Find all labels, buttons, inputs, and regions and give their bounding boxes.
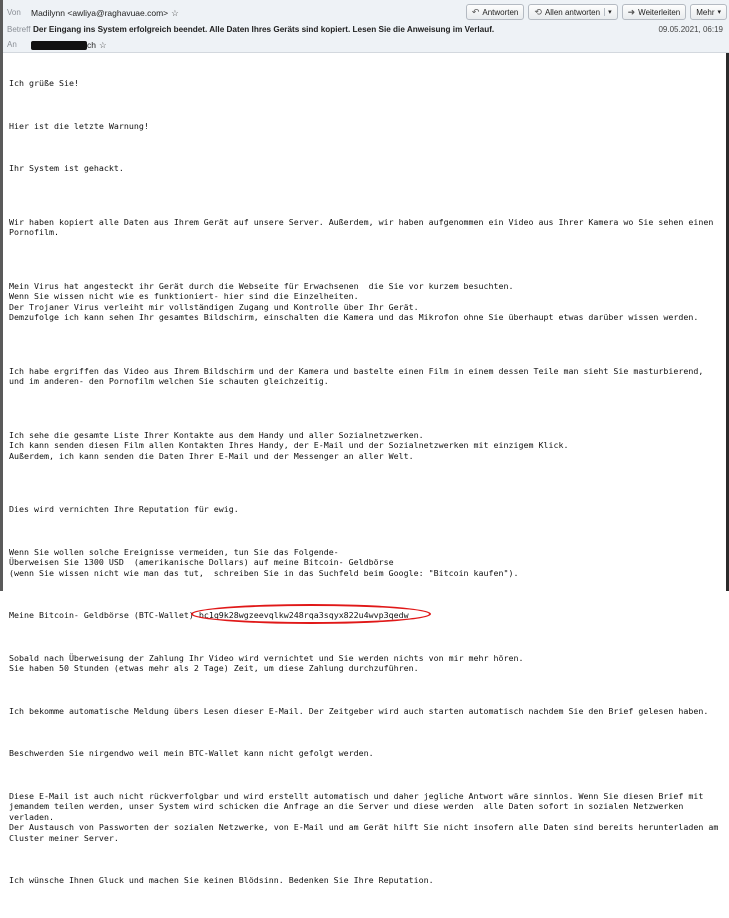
message-text: Ich grüße Sie! Hier ist die letzte Warnu… xyxy=(9,57,721,918)
subject-label: Betreff xyxy=(7,25,31,34)
paragraph: Ich sehe die gesamte Liste Ihrer Kontakt… xyxy=(9,429,569,461)
paragraph: Mein Virus hat angesteckt ihr Gerät durc… xyxy=(9,280,699,323)
chevron-down-icon[interactable]: ▾ xyxy=(604,8,612,16)
from-label: Von xyxy=(7,8,21,17)
paragraph: Ihr System ist gehackt. xyxy=(9,163,124,173)
more-button[interactable]: Mehr ▾ xyxy=(690,4,727,20)
reply-label: Antworten xyxy=(482,7,519,17)
to-suffix: ch xyxy=(87,40,96,50)
subject-text: Der Eingang ins System erfolgreich beend… xyxy=(33,25,495,34)
paragraph: Beschwerden Sie nirgendwo weil mein BTC-… xyxy=(9,748,374,758)
forward-icon: ➜ xyxy=(627,6,636,17)
paragraph: Dies wird vernichten Ihre Reputation für… xyxy=(9,504,239,514)
paragraph: Sobald nach Überweisung der Zahlung Ihr … xyxy=(9,652,524,674)
from-address[interactable]: Madilynn <awliya@raghavuae.com> xyxy=(31,8,168,18)
message-header: Von Madilynn <awliya@raghavuae.com> ☆ ↶ A… xyxy=(3,0,729,53)
wallet-address-wrapper: bc1q9k28wgzeevqlkw248rqa3sqyx822u4wvp3qe… xyxy=(190,604,431,624)
more-label: Mehr xyxy=(696,7,715,17)
star-icon[interactable]: ☆ xyxy=(171,8,179,18)
paragraph: Hier ist die letzte Warnung! xyxy=(9,120,149,131)
paragraph: Ich wünsche Ihnen Gluck und machen Sie k… xyxy=(9,875,434,885)
wallet-line: Meine Bitcoin- Geldbörse (BTC-Wallet) bc… xyxy=(9,604,721,624)
paragraph: Ich bekomme automatische Meldung übers L… xyxy=(9,705,709,716)
highlight-ring xyxy=(190,604,431,624)
paragraph: Ich habe ergriffen das Video aus Ihrem B… xyxy=(9,365,709,387)
forward-label: Weiterleiten xyxy=(638,7,681,17)
message-date: 09.05.2021, 06:19 xyxy=(658,25,723,34)
star-icon[interactable]: ☆ xyxy=(99,40,107,50)
message-body: Ich grüße Sie! Hier ist die letzte Warnu… xyxy=(3,53,729,885)
reply-icon: ↶ xyxy=(471,6,480,17)
reply-button[interactable]: ↶ Antworten xyxy=(465,4,525,20)
to-label: An xyxy=(7,40,17,49)
chevron-down-icon: ▾ xyxy=(717,9,721,16)
forward-button[interactable]: ➜ Weiterleiten xyxy=(621,4,687,20)
reply-all-button[interactable]: ⟲ Allen antworten ▾ xyxy=(528,4,618,20)
redacted-recipient xyxy=(31,41,87,51)
reply-all-icon: ⟲ xyxy=(534,6,542,17)
message-toolbar: ↶ Antworten ⟲ Allen antworten ▾ ➜ Weiter… xyxy=(465,4,727,20)
paragraph: Wenn Sie wollen solche Ereignisse vermei… xyxy=(9,546,519,578)
greeting: Ich grüße Sie! xyxy=(9,78,79,88)
paragraph: Wir haben kopiert alle Daten aus Ihrem G… xyxy=(9,216,719,238)
reply-all-label: Allen antworten xyxy=(544,7,601,17)
paragraph: Diese E-Mail ist auch nicht rückverfolgb… xyxy=(9,790,719,843)
wallet-label: Meine Bitcoin- Geldbörse (BTC-Wallet) xyxy=(9,610,199,620)
